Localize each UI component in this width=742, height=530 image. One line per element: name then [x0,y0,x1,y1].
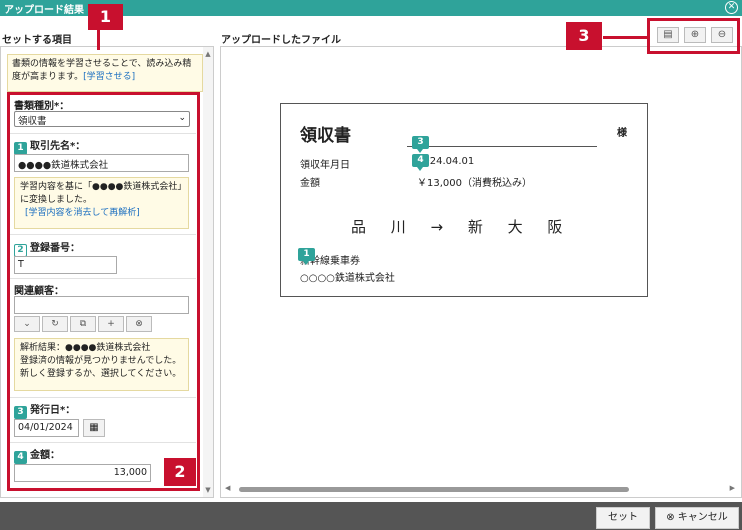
scroll-up-icon[interactable]: ▲ [204,50,212,58]
callout-leader [97,30,100,50]
right-pane-header: アップロードしたファイル [221,35,341,46]
scroll-right-icon[interactable]: ▶ [730,484,735,492]
cancel-label: キャンセル [677,512,728,523]
marker-badge: 3 [412,136,429,153]
callout-badge-1: 1 [88,4,123,30]
receipt-amount-value: ￥13,000（消費税込み） [417,178,532,189]
scroll-down-icon[interactable]: ▼ [204,486,212,494]
footer-bar: セット ⊗ キャンセル [0,502,742,530]
scrollbar-thumb[interactable] [239,487,629,492]
close-icon[interactable]: ✕ [725,1,738,14]
vertical-scrollbar[interactable]: ▲ ▼ [203,47,213,497]
receipt-title: 領収書 [300,126,351,146]
callout-badge-3: 3 [566,22,602,50]
receipt-issuer: ○○○○鉄道株式会社 [300,273,395,284]
horizontal-scrollbar[interactable]: ◀ ▶ [225,484,735,493]
receipt-name-line [407,146,597,147]
receipt-route: 品 川 → 新 大 阪 [351,218,573,236]
callout-badge-2: 2 [164,458,196,486]
receipt-amount-label: 金額 [300,178,320,189]
receipt-date-label: 領収年月日 [300,160,350,171]
left-pane-header: セットする項目 [2,35,72,46]
learn-link[interactable]: [学習させる] [83,72,135,82]
receipt-honorific: 様 [617,128,627,139]
callout-frame-zoom [647,18,740,54]
marker-badge: 4 [412,154,429,171]
marker-badge: 1 [298,248,315,265]
receipt-image: 領収書 様 領収年月日 2024.04.01 金額 ￥13,000（消費税込み）… [280,103,648,297]
cancel-button[interactable]: ⊗ キャンセル [655,507,739,529]
set-button[interactable]: セット [596,507,650,529]
window-title: アップロード結果 [4,5,84,16]
learn-info-box: 書類の情報を学習させることで、読み込み精度が高まります。[学習させる] [7,54,203,92]
scroll-left-icon[interactable]: ◀ [225,484,230,492]
callout-leader [603,36,647,39]
cancel-icon: ⊗ [666,512,678,523]
callout-frame-fields [7,92,200,491]
file-preview-panel: 領収書 様 領収年月日 2024.04.01 金額 ￥13,000（消費税込み）… [220,46,742,498]
